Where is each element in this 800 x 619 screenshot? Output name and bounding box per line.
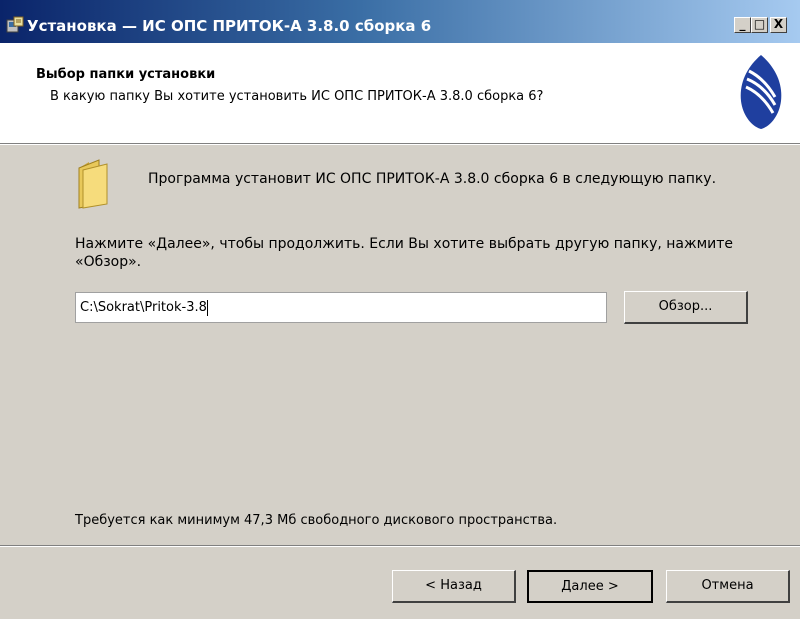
setup-icon [6,16,24,33]
folder-icon [78,159,108,209]
maximize-icon: □ [753,17,766,31]
back-button[interactable]: < Назад [392,570,516,603]
next-button[interactable]: Далее > [527,570,653,603]
header-divider [0,143,800,145]
install-path-input[interactable]: C:\Sokrat\Pritok-3.8 [75,292,607,323]
back-button-label: < Назад [425,578,482,593]
maximize-button[interactable]: □ [751,17,768,33]
title-bar[interactable]: Установка — ИС ОПС ПРИТОК-А 3.8.0 сборка… [0,0,800,43]
page-subtitle: В какую папку Вы хотите установить ИС ОП… [50,89,544,104]
window-title: Установка — ИС ОПС ПРИТОК-А 3.8.0 сборка… [27,17,432,35]
cancel-button[interactable]: Отмена [666,570,790,603]
browse-button-label: Обзор... [658,299,713,314]
minimize-button[interactable]: _ [734,17,751,33]
close-icon: X [773,17,784,31]
instruction-text: Нажмите «Далее», чтобы продолжить. Если … [75,236,734,270]
disk-space-text: Требуется как минимум 47,3 Мб свободного… [75,513,558,528]
close-button[interactable]: X [770,17,787,33]
text-cursor [206,299,208,316]
minimize-icon: _ [739,17,746,31]
install-path-value: C:\Sokrat\Pritok-3.8 [80,300,207,315]
browse-button[interactable]: Обзор... [624,291,748,324]
installer-window: Установка — ИС ОПС ПРИТОК-А 3.8.0 сборка… [0,0,800,619]
page-title: Выбор папки установки [36,67,216,82]
header-panel: Выбор папки установки В какую папку Вы х… [0,43,800,143]
install-location-text: Программа установит ИС ОПС ПРИТОК-А 3.8.… [148,171,717,187]
footer-divider [0,545,800,547]
app-logo-icon [740,55,782,129]
next-button-label: Далее > [561,579,619,594]
cancel-button-label: Отмена [701,578,754,593]
